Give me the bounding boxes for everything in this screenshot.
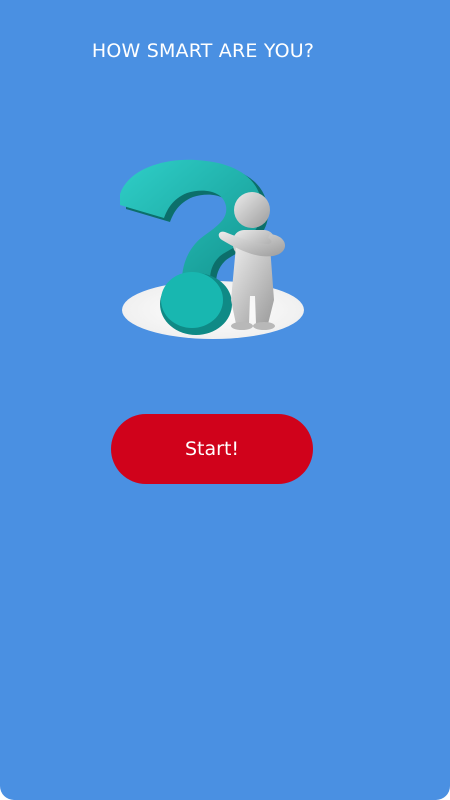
quiz-start-screen: HOW SMART ARE YOU? Start!: [0, 0, 450, 800]
page-title: HOW SMART ARE YOU?: [91, 40, 315, 62]
start-button[interactable]: Start!: [111, 414, 313, 484]
question-mark-thinking-person-icon: [110, 150, 320, 350]
